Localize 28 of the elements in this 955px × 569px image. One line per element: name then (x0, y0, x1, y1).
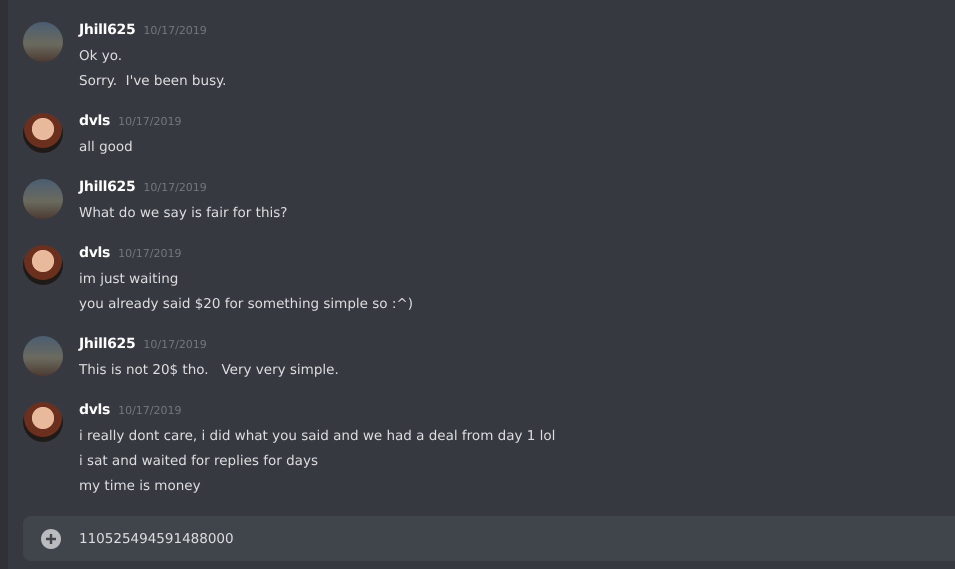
avatar[interactable] (23, 402, 63, 442)
message-text: i sat and waited for replies for days (79, 452, 319, 471)
message-text: all good (79, 138, 134, 157)
username[interactable]: Jhill625 (79, 179, 136, 195)
message-text: im just waiting (79, 270, 180, 289)
username[interactable]: Jhill625 (79, 336, 136, 352)
message-text: my time is money (79, 477, 202, 496)
message-text: Ok yo. (79, 47, 124, 66)
timestamp: 10/17/2019 (143, 181, 207, 194)
timestamp: 10/17/2019 (143, 338, 207, 351)
avatar[interactable] (23, 245, 63, 285)
message-text: This is not 20$ tho. Very very simple. (79, 361, 339, 380)
timestamp: 10/17/2019 (118, 115, 182, 128)
message-text: you already said $20 for something simple so :^) (79, 295, 413, 314)
message-input[interactable]: 110525494591488000 (23, 516, 955, 561)
username[interactable]: Jhill625 (79, 22, 136, 38)
username[interactable]: dvls (79, 402, 110, 418)
timestamp: 10/17/2019 (118, 404, 182, 417)
message-text: i really dont care, i did what you said and we had a deal from day 1 lol (79, 427, 556, 446)
message-text: Sorry. I've been busy. (79, 72, 226, 91)
timestamp: 10/17/2019 (118, 247, 182, 260)
avatar[interactable] (23, 113, 63, 153)
message-text: What do we say is fair for this? (79, 204, 288, 223)
timestamp: 10/17/2019 (143, 24, 207, 37)
username[interactable]: dvls (79, 113, 110, 129)
username[interactable]: dvls (79, 245, 110, 261)
input-text: 110525494591488000 (79, 530, 234, 546)
add-icon[interactable] (41, 528, 61, 548)
